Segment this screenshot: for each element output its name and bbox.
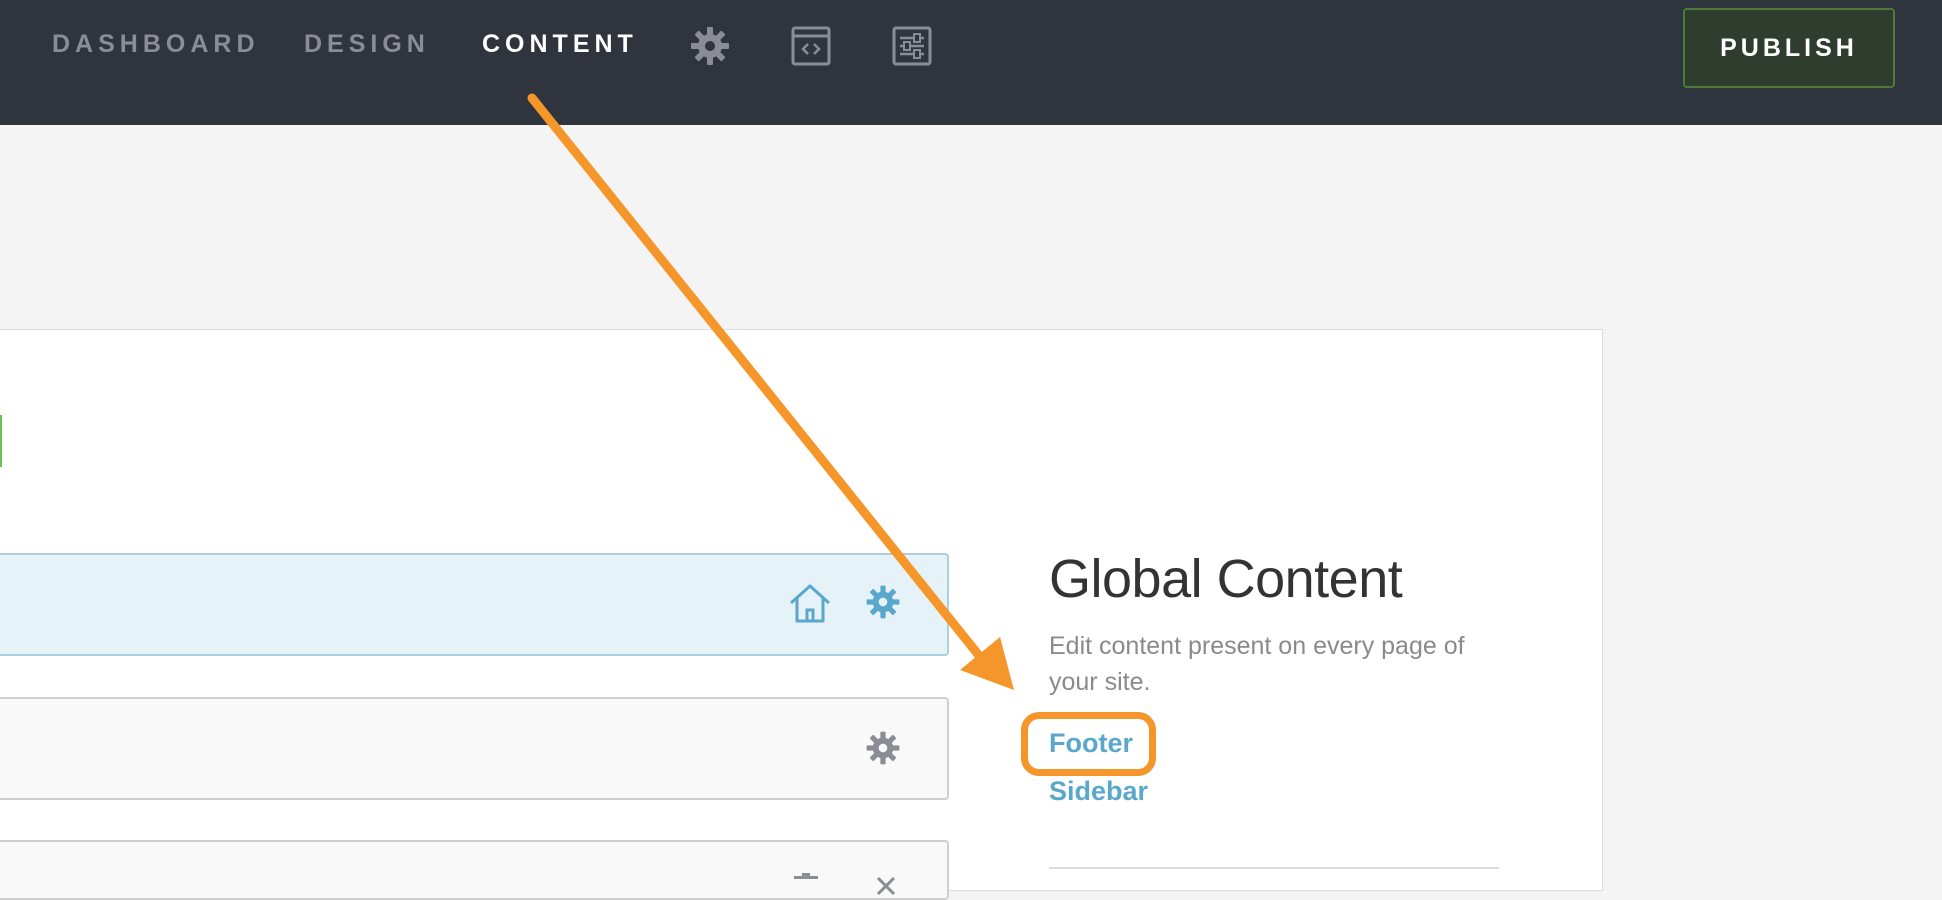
sidebar-link[interactable]: Sidebar [1049, 776, 1148, 807]
add-page-button-edge[interactable] [0, 415, 2, 467]
trash-icon[interactable] [792, 872, 820, 900]
nav-tab-design[interactable]: DESIGN [304, 30, 430, 59]
nav-tab-dashboard[interactable]: DASHBOARD [52, 30, 260, 59]
page-settings-gear-icon[interactable] [864, 729, 902, 767]
nav-tab-content[interactable]: CONTENT [482, 30, 638, 59]
section-divider [1049, 867, 1499, 869]
page-settings-gear-icon[interactable] [864, 583, 902, 621]
home-icon[interactable] [788, 581, 832, 625]
page-row[interactable] [0, 840, 949, 900]
global-content-description: Edit content present on every page of yo… [1049, 632, 1465, 696]
top-navigation-bar: DASHBOARD DESIGN CONTENT PUBLISH [0, 0, 1942, 125]
global-content-title: Global Content [1049, 549, 1403, 609]
sliders-icon[interactable] [890, 24, 934, 68]
code-window-icon[interactable] [789, 24, 833, 68]
close-icon[interactable] [872, 872, 900, 900]
annotation-highlight-box [1021, 712, 1156, 776]
page-row[interactable] [0, 697, 949, 800]
page-row-home[interactable] [0, 553, 949, 656]
gear-icon[interactable] [688, 24, 732, 68]
publish-button[interactable]: PUBLISH [1683, 8, 1895, 88]
